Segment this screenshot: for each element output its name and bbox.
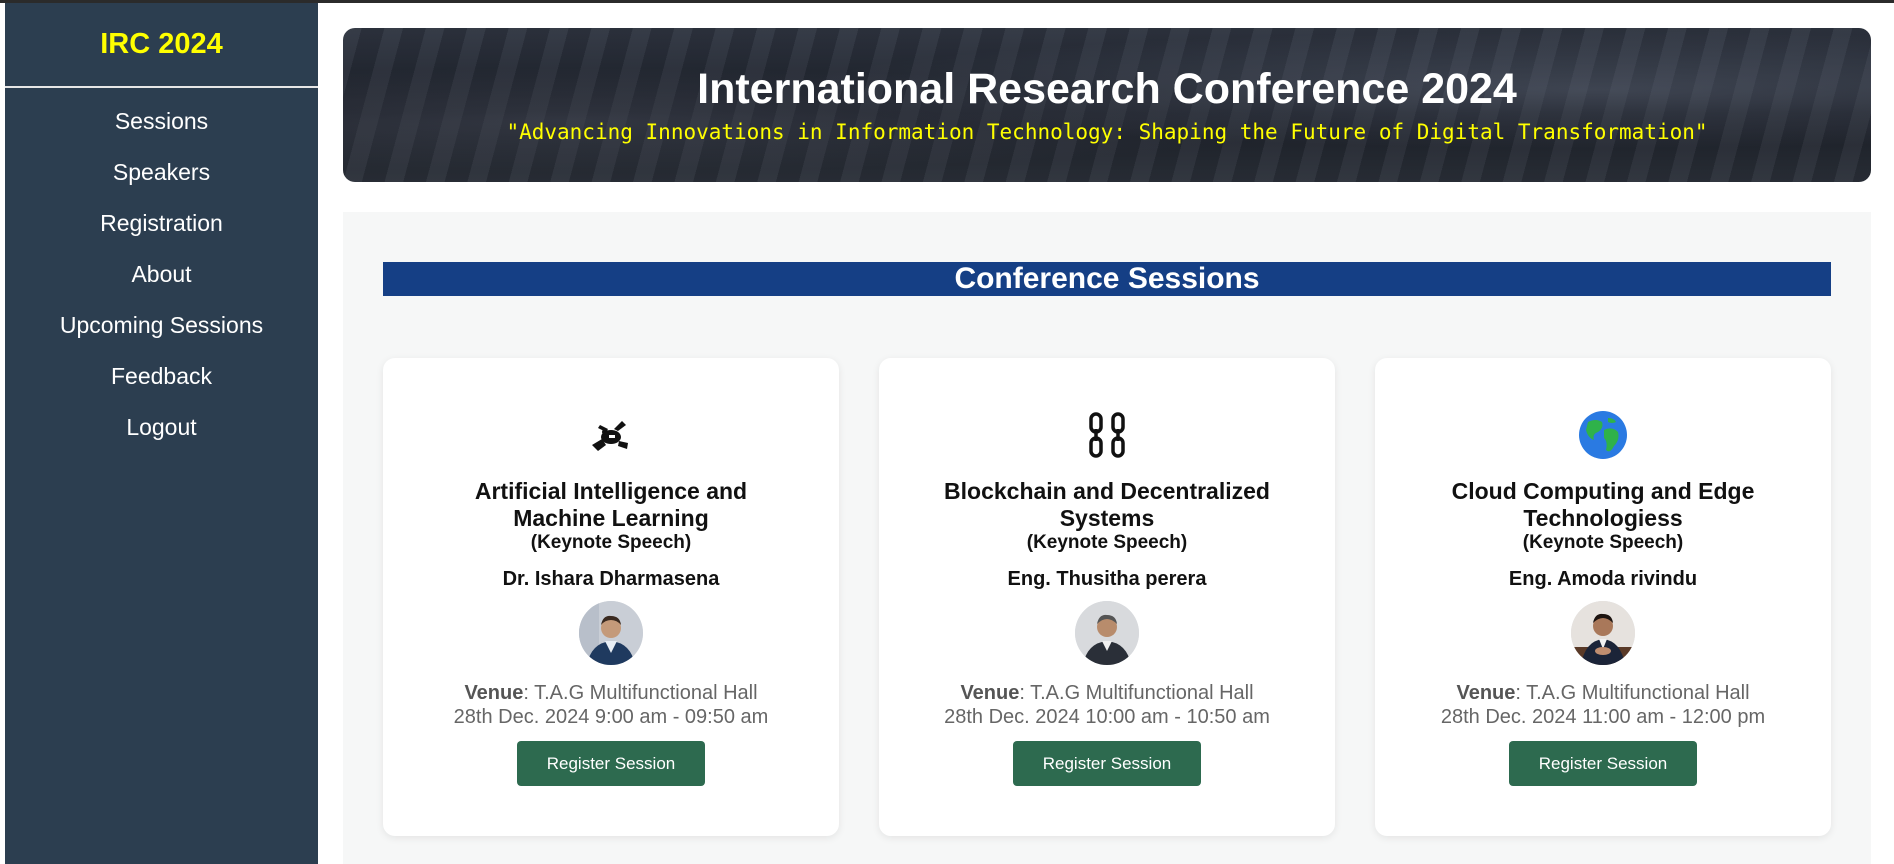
- hero-tagline: "Advancing Innovations in Information Te…: [506, 119, 1708, 144]
- session-venue: Venue: T.A.G Multifunctional Hall 28th D…: [454, 681, 769, 729]
- robot-icon: [588, 410, 634, 460]
- sidebar-item-logout[interactable]: Logout: [5, 402, 318, 453]
- register-session-button[interactable]: Register Session: [517, 741, 705, 786]
- venue-name: : T.A.G Multifunctional Hall: [1019, 682, 1254, 704]
- brand-title[interactable]: IRC 2024: [5, 3, 318, 88]
- session-card: Artificial Intelligence and Machine Lear…: [383, 358, 839, 836]
- session-time: 28th Dec. 2024 11:00 am - 12:00 pm: [1440, 706, 1766, 728]
- session-type: (Keynote Speech): [530, 532, 692, 553]
- session-title: Blockchain and Decentralized Systems: [944, 478, 1270, 531]
- section-title: Conference Sessions: [383, 262, 1831, 296]
- main-content: International Research Conference 2024 "…: [318, 3, 1894, 864]
- session-venue: Venue: T.A.G Multifunctional Hall 28th D…: [944, 681, 1270, 729]
- venue-name: : T.A.G Multifunctional Hall: [1515, 682, 1750, 704]
- sidebar-item-speakers[interactable]: Speakers: [5, 147, 318, 198]
- session-card: Cloud Computing and Edge Technologiess (…: [1375, 358, 1831, 836]
- speaker-name: Eng. Thusitha perera: [1007, 568, 1207, 590]
- session-type: (Keynote Speech): [1522, 532, 1684, 553]
- chain-link-icon: [1087, 410, 1127, 460]
- sidebar: IRC 2024 Sessions Speakers Registration …: [5, 3, 318, 864]
- sidebar-item-about[interactable]: About: [5, 249, 318, 300]
- session-type: (Keynote Speech): [1026, 532, 1188, 553]
- hero-banner: International Research Conference 2024 "…: [343, 28, 1871, 182]
- hero-title: International Research Conference 2024: [697, 65, 1517, 114]
- sidebar-item-registration[interactable]: Registration: [5, 198, 318, 249]
- session-title: Artificial Intelligence and Machine Lear…: [474, 478, 748, 531]
- session-time: 28th Dec. 2024 10:00 am - 10:50 am: [944, 706, 1270, 728]
- venue-name: : T.A.G Multifunctional Hall: [523, 682, 758, 704]
- venue-label: Venue: [464, 682, 524, 704]
- speaker-avatar: [579, 601, 643, 665]
- venue-label: Venue: [1456, 682, 1516, 704]
- sidebar-item-sessions[interactable]: Sessions: [5, 96, 318, 147]
- register-session-button[interactable]: Register Session: [1509, 741, 1697, 786]
- session-card: Blockchain and Decentralized Systems (Ke…: [879, 358, 1335, 836]
- register-session-button[interactable]: Register Session: [1013, 741, 1201, 786]
- venue-label: Venue: [960, 682, 1020, 704]
- session-venue: Venue: T.A.G Multifunctional Hall 28th D…: [1441, 681, 1765, 729]
- speaker-name: Dr. Ishara Dharmasena: [502, 568, 720, 590]
- session-time: 28th Dec. 2024 9:00 am - 09:50 am: [453, 706, 769, 728]
- session-title: Cloud Computing and Edge Technologiess: [1451, 478, 1755, 531]
- speaker-name: Eng. Amoda rivindu: [1508, 568, 1698, 590]
- globe-icon: [1578, 410, 1628, 460]
- sidebar-item-upcoming-sessions[interactable]: Upcoming Sessions: [5, 300, 318, 351]
- sessions-panel: Conference Sessions Artificial Intellige: [343, 212, 1871, 864]
- speaker-avatar: [1075, 601, 1139, 665]
- sidebar-item-feedback[interactable]: Feedback: [5, 351, 318, 402]
- sidebar-nav: Sessions Speakers Registration About Upc…: [5, 88, 318, 453]
- speaker-avatar: [1571, 601, 1635, 665]
